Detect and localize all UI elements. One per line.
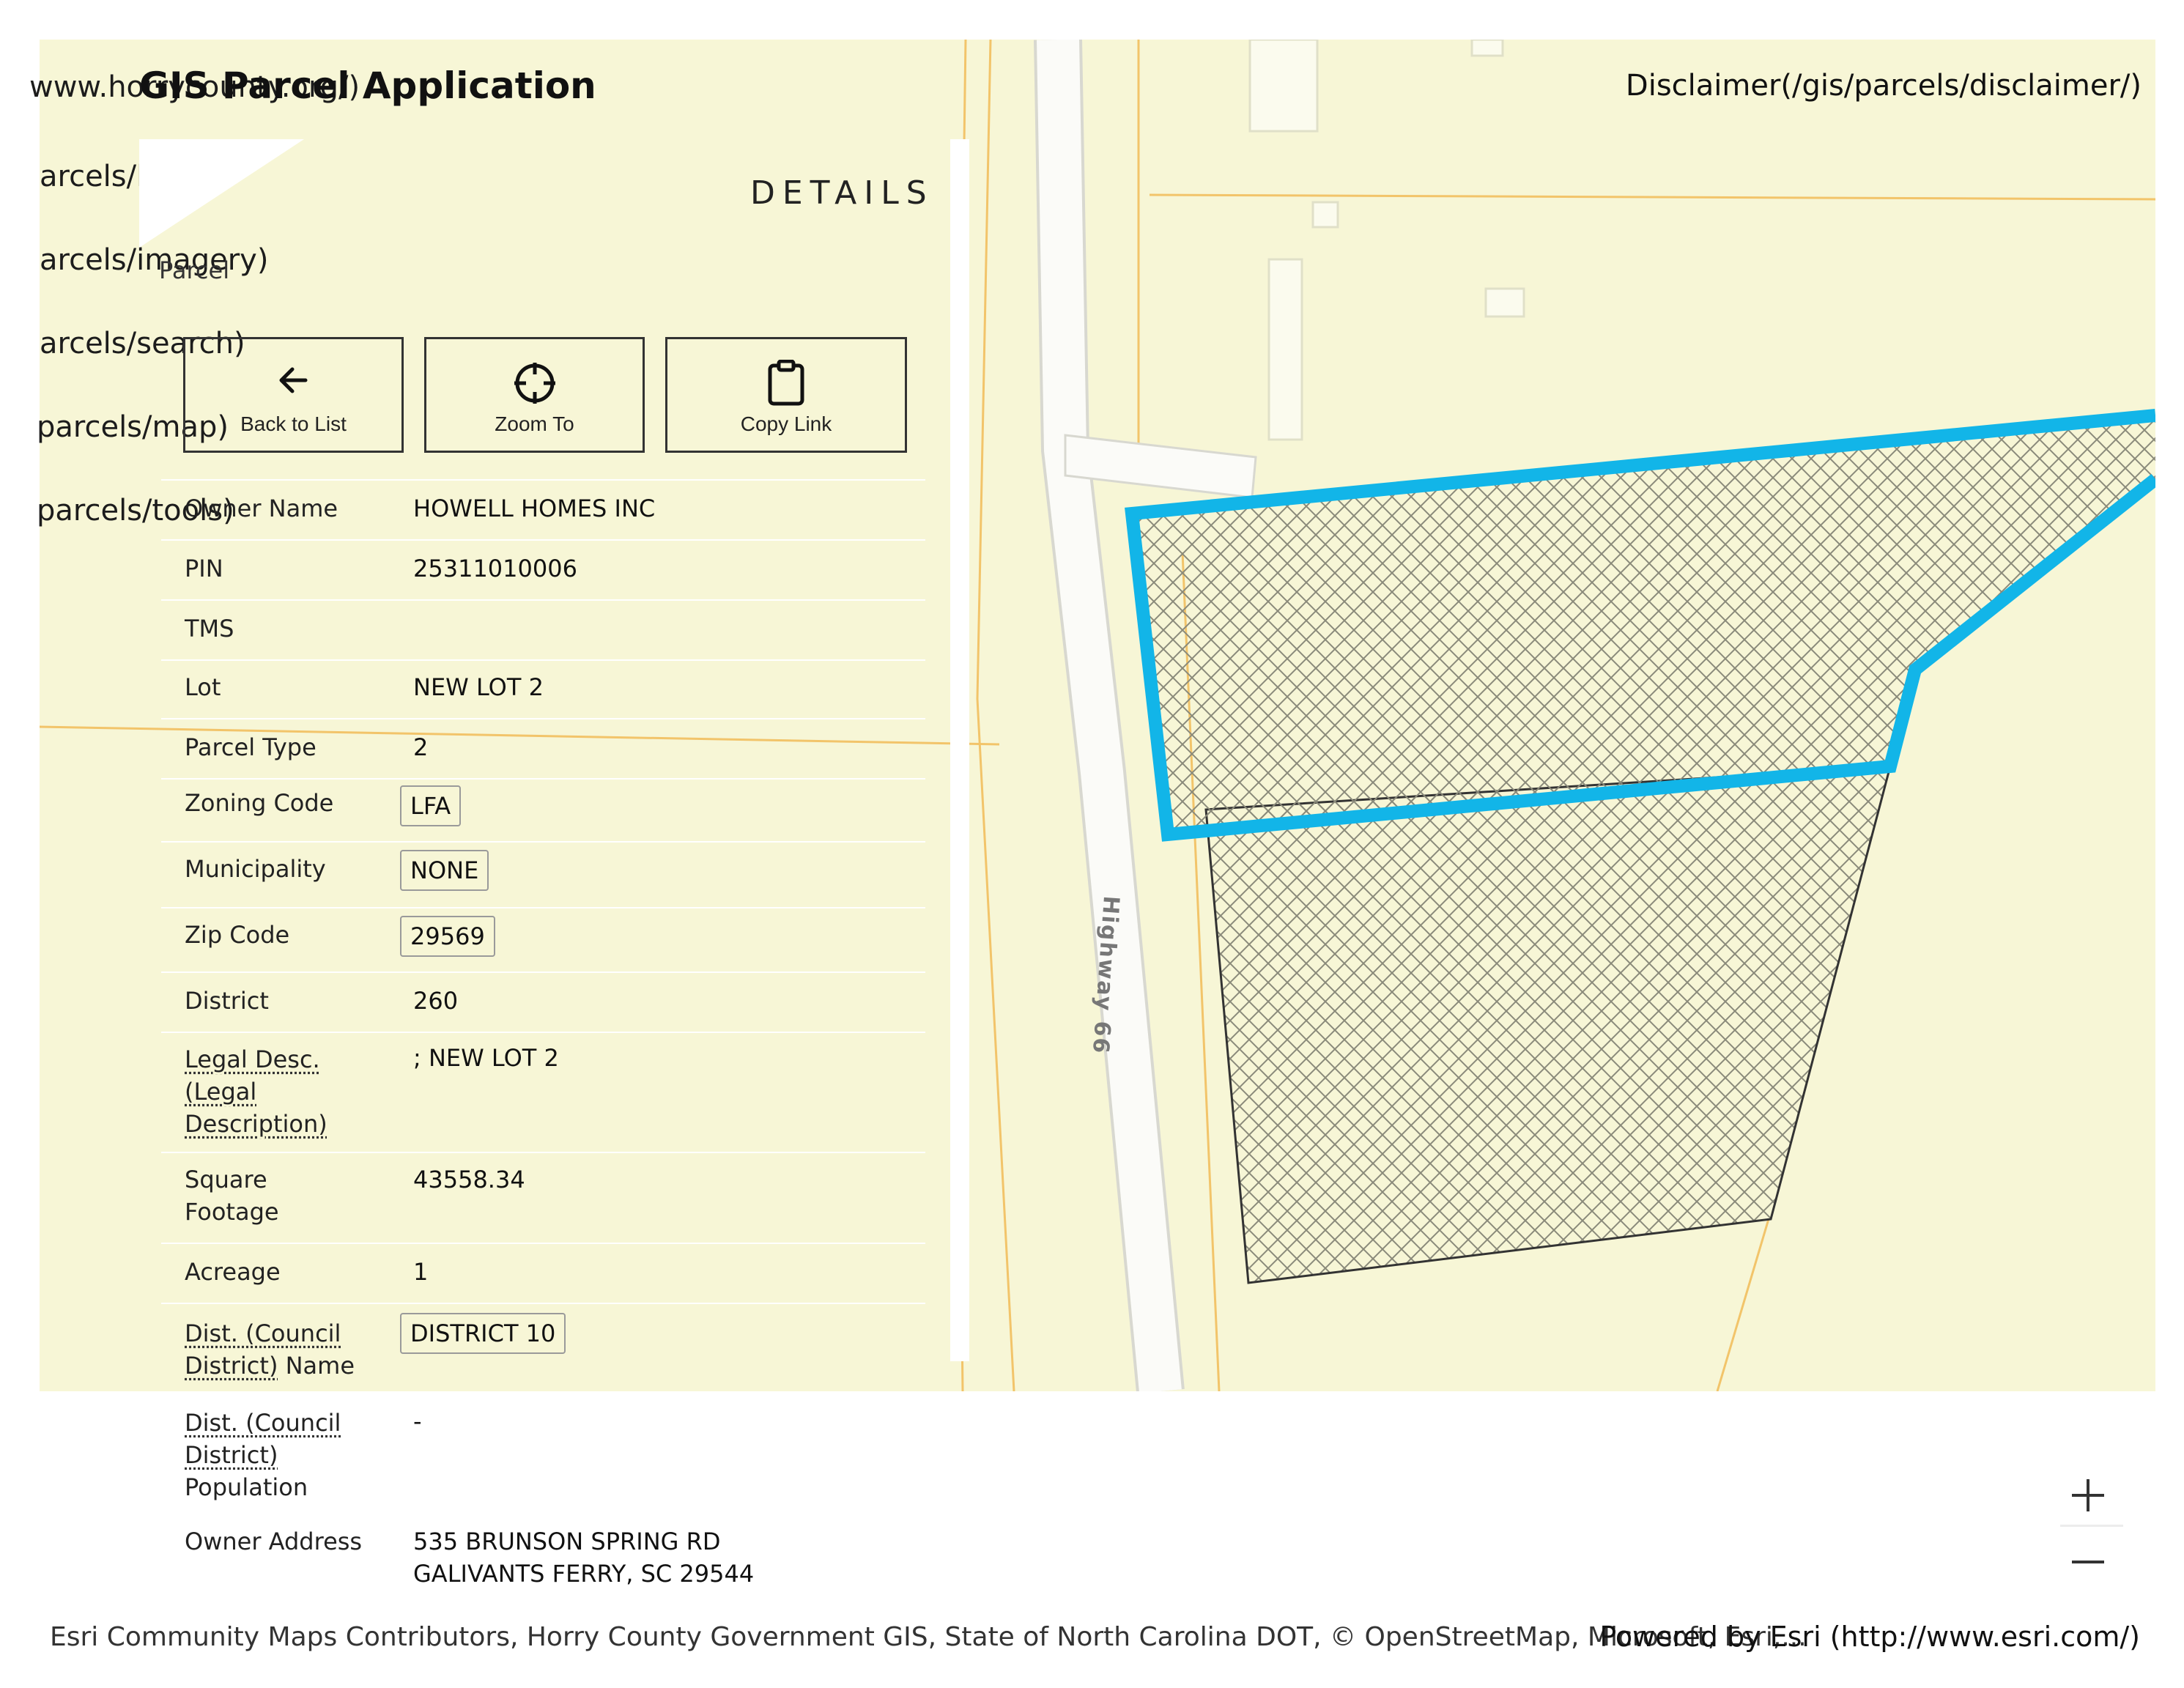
attr-key: Legal Desc. (Legal Description) [185,1043,331,1140]
attr-value: 1 [413,1258,429,1286]
attr-value: 25311010006 [413,555,577,582]
parcel-line [976,40,1015,1391]
powered-by-esri-link[interactable]: Powered by Esri (http://www.esri.com/) [1599,1621,2140,1653]
attr-row-square-footage: Square Footage 43558.34 [161,1152,925,1244]
attr-value: 535 BRUNSON SPRING RD GALIVANTS FERRY, SC… [413,1525,754,1590]
app-title: GIS Parcel Application [139,64,596,107]
attr-row-zip-code: Zip Code 29569 [161,907,925,973]
zoom-divider [2060,1525,2123,1527]
attr-row-zoning-code: Zoning Code LFA [161,778,925,843]
council-district-abbr: Dist. (Council [185,1319,341,1347]
attr-key: District [185,987,269,1015]
zip-chip[interactable]: 29569 [400,916,495,957]
council-district-abbr: Dist. (Council [185,1409,341,1437]
attr-row-owner-address: Owner Address 535 BRUNSON SPRING RD GALIV… [161,1514,925,1594]
building [1484,287,1525,318]
attr-key: Dist. (Council District) Name [185,1317,355,1382]
parcel-line [1149,193,2155,201]
attr-key: Zip Code [185,921,290,949]
attr-key: Zoning Code [185,789,334,817]
zoom-to-label: Zoom To [495,412,574,435]
copy-link-label: Copy Link [740,412,832,435]
attr-value: HOWELL HOMES INC [413,495,656,522]
attr-key: Acreage [185,1258,281,1286]
council-district-abbr: District) [185,1352,278,1380]
building [1470,40,1504,57]
attr-row-council-district-name: Dist. (Council District) Name DISTRICT 10 [161,1303,925,1392]
attr-row-municipality: Municipality NONE [161,841,925,908]
attr-row-tms: TMS [161,599,925,661]
disclaimer-link[interactable]: Disclaimer(/gis/parcels/disclaimer/) [1626,69,2142,103]
minus-icon [2072,1561,2104,1563]
attr-key: PIN [185,555,223,582]
back-to-list-label: Back to List [240,412,347,435]
clipboard-icon [766,359,807,409]
selected-parcel-fill [1132,415,2155,834]
attr-key: Owner Name [185,495,338,522]
attr-key: Lot [185,673,221,701]
attr-key: Square Footage [185,1163,279,1228]
zoom-in-button[interactable] [2051,1466,2125,1525]
parcel-line [1716,1218,1770,1391]
attr-row-council-district-population: Dist. (Council District) Population - [161,1391,925,1514]
attr-value: 260 [413,987,459,1015]
address-line: GALIVANTS FERRY, SC 29544 [413,1560,755,1588]
attr-key: Dist. (Council District) Population [185,1407,341,1503]
attr-key-suffix: Name [278,1352,355,1380]
legal-desc-abbr: Legal Desc. (Legal Description) [185,1045,327,1138]
attr-row-legal-desc: Legal Desc. (Legal Description) ; NEW LO… [161,1032,925,1153]
attr-row-parcel-type: Parcel Type 2 [161,718,925,780]
attr-value: - [413,1407,422,1435]
crosshair-icon [511,360,558,409]
nav-link-imagery[interactable]: arcels/imagery) [40,243,268,277]
attr-value: 43558.34 [413,1166,525,1193]
council-district-abbr: District) [185,1441,278,1469]
attr-key-suffix: Population [185,1473,308,1501]
zoom-to-button[interactable]: Zoom To [424,337,645,453]
copy-link-button[interactable]: Copy Link [665,337,907,453]
attr-key: Municipality [185,855,326,883]
attr-key-line: Square [185,1166,267,1193]
attr-key-line: Footage [185,1198,279,1226]
attr-value: ; NEW LOT 2 [413,1044,559,1072]
building [1267,258,1303,441]
council-district-chip[interactable]: DISTRICT 10 [400,1313,566,1354]
parcel-subheading: Parcel [159,256,230,284]
map-attribution: Esri Community Maps Contributors, Horry … [50,1622,1807,1652]
attr-key: TMS [185,615,234,643]
zoning-chip[interactable]: LFA [400,785,462,826]
attr-value: 2 [413,733,429,761]
panel-corner [139,139,304,248]
nav-link-parcels[interactable]: arcels/l [40,160,144,193]
building [1311,201,1339,229]
arrow-left-icon [273,360,314,403]
attr-row-acreage: Acreage 1 [161,1243,925,1304]
attr-row-pin: PIN 25311010006 [161,539,925,601]
attr-key: Parcel Type [185,733,317,761]
attr-row-owner-name: Owner Name HOWELL HOMES INC [161,479,925,541]
municipality-chip[interactable]: NONE [400,850,489,891]
building [1248,40,1319,133]
attr-key: Owner Address [185,1528,363,1555]
back-to-list-button[interactable]: Back to List [183,337,404,453]
panel-scrollbar[interactable] [950,139,969,1361]
address-line: 535 BRUNSON SPRING RD [413,1528,721,1555]
zoom-out-button[interactable] [2051,1533,2125,1591]
plus-icon [2072,1479,2104,1511]
attr-row-lot: Lot NEW LOT 2 [161,659,925,719]
attr-value: NEW LOT 2 [413,673,544,701]
adjacent-parcel [1204,765,1892,1284]
details-heading: DETAILS [750,174,934,212]
attr-row-district: District 260 [161,971,925,1033]
